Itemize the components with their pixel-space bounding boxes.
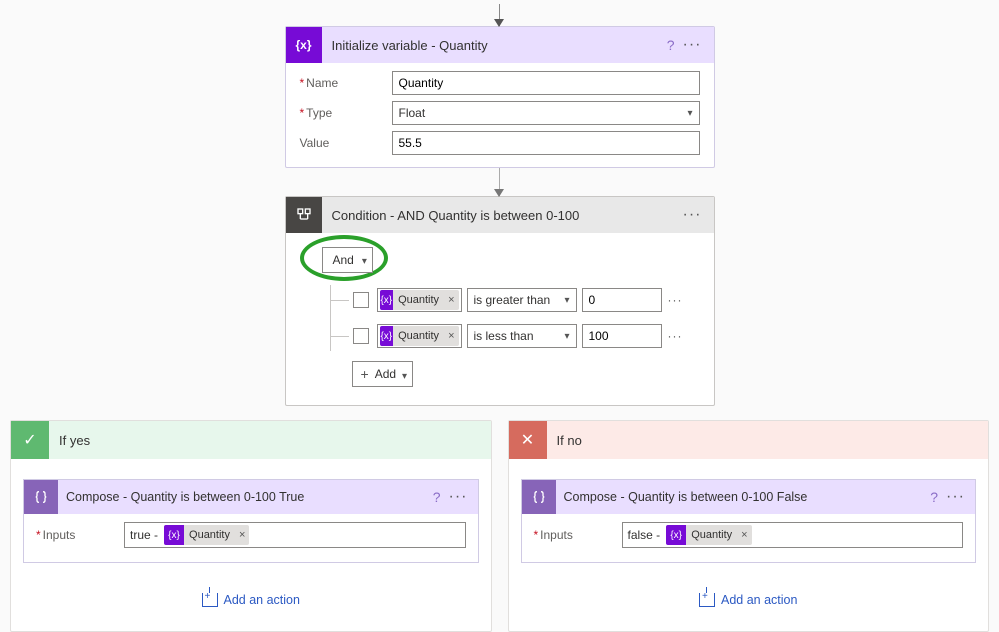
type-select[interactable]: Float ▾ — [392, 101, 700, 125]
value-label: Value — [300, 136, 392, 150]
cross-icon: ✕ — [509, 421, 547, 459]
name-label: *Name — [300, 76, 392, 90]
remove-token-button[interactable]: × — [444, 290, 458, 310]
checkmark-icon: ✓ — [11, 421, 49, 459]
if-no-header[interactable]: ✕ If no — [509, 421, 989, 459]
condition-value-input[interactable] — [582, 324, 662, 348]
condition-left-operand[interactable]: {x} Quantity × — [377, 288, 462, 312]
flow-arrow-incoming — [499, 4, 500, 26]
help-icon[interactable]: ? — [926, 489, 942, 505]
condition-card[interactable]: Condition - AND Quantity is between 0-10… — [285, 196, 715, 406]
row-checkbox[interactable] — [353, 292, 369, 308]
inputs-field[interactable]: true - {x} Quantity × — [124, 522, 466, 548]
condition-title: Condition - AND Quantity is between 0-10… — [322, 208, 679, 223]
compose-header[interactable]: Compose - Quantity is between 0-100 True… — [24, 480, 478, 514]
compose-title: Compose - Quantity is between 0-100 Fals… — [556, 490, 927, 504]
condition-row: {x} Quantity × is less than ▾ ··· — [331, 321, 700, 351]
variable-token-label: Quantity — [184, 525, 235, 545]
inputs-label: *Inputs — [36, 528, 124, 542]
more-menu-button[interactable]: ··· — [942, 488, 969, 506]
initialize-variable-header[interactable]: {x} Initialize variable - Quantity ? ··· — [286, 27, 714, 63]
add-condition-button[interactable]: + Add ▾ — [352, 361, 414, 387]
row-more-button[interactable]: ··· — [662, 293, 683, 307]
more-menu-button[interactable]: ··· — [679, 206, 706, 224]
operator-select[interactable]: is less than ▾ — [467, 324, 577, 348]
variable-token-icon: {x} — [380, 326, 394, 346]
condition-icon — [286, 197, 322, 233]
add-action-icon — [202, 593, 218, 607]
more-menu-button[interactable]: ··· — [445, 488, 472, 506]
initialize-variable-title: Initialize variable - Quantity — [322, 38, 663, 53]
compose-card-no[interactable]: Compose - Quantity is between 0-100 Fals… — [521, 479, 977, 563]
if-yes-branch: ✓ If yes Compose - Quantity is between 0… — [10, 420, 492, 632]
type-label: *Type — [300, 106, 392, 120]
chevron-down-icon: ▾ — [362, 256, 367, 267]
remove-token-button[interactable]: × — [444, 326, 458, 346]
compose-title: Compose - Quantity is between 0-100 True — [58, 490, 429, 504]
chevron-down-icon: ▾ — [564, 331, 569, 342]
if-yes-label: If yes — [49, 433, 90, 448]
condition-row: {x} Quantity × is greater than ▾ ··· — [331, 285, 700, 315]
inputs-field[interactable]: false - {x} Quantity × — [622, 522, 964, 548]
condition-left-operand[interactable]: {x} Quantity × — [377, 324, 462, 348]
row-more-button[interactable]: ··· — [662, 329, 683, 343]
variable-token-label: Quantity — [393, 290, 444, 310]
remove-token-button[interactable]: × — [737, 525, 751, 545]
help-icon[interactable]: ? — [429, 489, 445, 505]
variable-icon: {x} — [286, 27, 322, 63]
compose-icon — [522, 480, 556, 514]
add-action-button[interactable]: Add an action — [23, 593, 479, 607]
condition-value-input[interactable] — [582, 288, 662, 312]
initialize-variable-card[interactable]: {x} Initialize variable - Quantity ? ···… — [285, 26, 715, 168]
name-input[interactable] — [392, 71, 700, 95]
plus-icon: + — [361, 366, 369, 382]
inputs-static-text: false - — [626, 528, 665, 542]
chevron-down-icon: ▾ — [402, 371, 407, 382]
compose-icon — [24, 480, 58, 514]
variable-token-label: Quantity — [393, 326, 444, 346]
if-yes-header[interactable]: ✓ If yes — [11, 421, 491, 459]
chevron-down-icon: ▾ — [687, 108, 692, 119]
if-no-branch: ✕ If no Compose - Quantity is between 0-… — [508, 420, 990, 632]
condition-header[interactable]: Condition - AND Quantity is between 0-10… — [286, 197, 714, 233]
compose-card-yes[interactable]: Compose - Quantity is between 0-100 True… — [23, 479, 479, 563]
inputs-label: *Inputs — [534, 528, 622, 542]
logic-operator-select[interactable]: And ▾ — [322, 247, 373, 273]
add-action-icon — [699, 593, 715, 607]
if-no-label: If no — [547, 433, 582, 448]
more-menu-button[interactable]: ··· — [679, 36, 706, 54]
variable-token-label: Quantity — [686, 525, 737, 545]
remove-token-button[interactable]: × — [235, 525, 249, 545]
help-icon[interactable]: ? — [663, 37, 679, 53]
add-action-button[interactable]: Add an action — [521, 593, 977, 607]
operator-select[interactable]: is greater than ▾ — [467, 288, 577, 312]
value-input[interactable] — [392, 131, 700, 155]
compose-header[interactable]: Compose - Quantity is between 0-100 Fals… — [522, 480, 976, 514]
chevron-down-icon: ▾ — [564, 295, 569, 306]
row-checkbox[interactable] — [353, 328, 369, 344]
variable-token-icon: {x} — [380, 290, 394, 310]
flow-arrow-1 — [499, 168, 500, 196]
inputs-static-text: true - — [128, 528, 162, 542]
variable-token-icon: {x} — [666, 525, 686, 545]
variable-token-icon: {x} — [164, 525, 184, 545]
